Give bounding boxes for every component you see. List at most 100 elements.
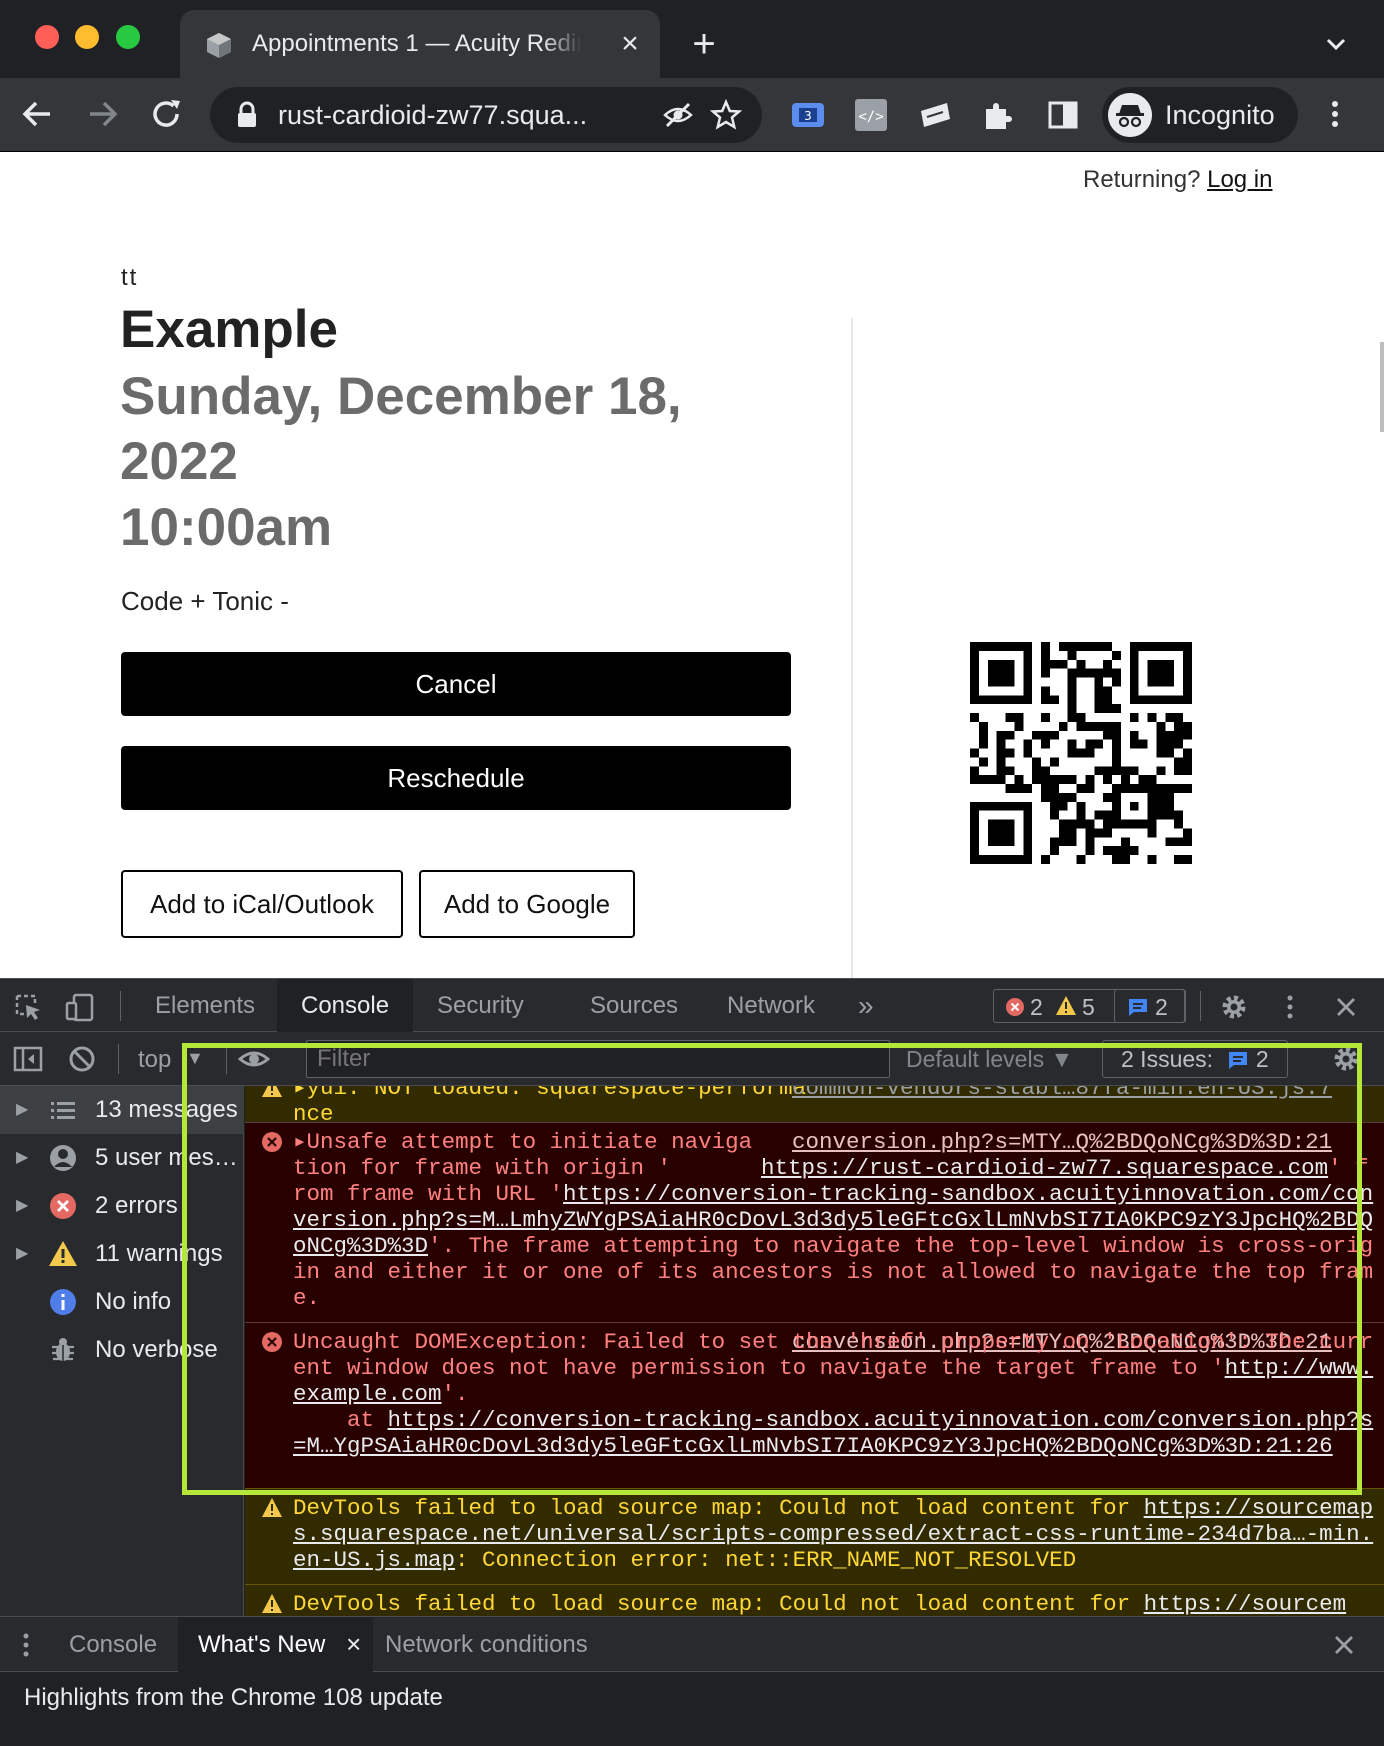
drawer-menu-icon[interactable] [14, 1629, 38, 1661]
whats-new-headline[interactable]: Highlights from the Chrome 108 update [24, 1684, 443, 1712]
drawer-tab-console[interactable]: Console [49, 1617, 177, 1672]
qr-module [1085, 837, 1095, 847]
bug-icon [52, 1338, 74, 1361]
page-scrollbar[interactable] [1380, 152, 1384, 978]
expand-arrow-icon[interactable]: ▶ [16, 1243, 30, 1262]
extension-blue-icon[interactable]: 3 [790, 97, 826, 133]
qr-module [1147, 775, 1157, 785]
qr-module [1103, 730, 1113, 740]
incognito-profile-button[interactable]: Incognito [1102, 87, 1298, 143]
qr-module [987, 775, 997, 785]
qr-module [1005, 784, 1015, 793]
source-map-link[interactable]: https://sourcem [1144, 1591, 1347, 1616]
browser-tab-active[interactable]: Appointments 1 — Acuity Redirect × [180, 10, 660, 78]
tab-sources[interactable]: Sources [566, 979, 702, 1032]
qr-module [996, 766, 1006, 776]
tab-console[interactable]: Console [277, 979, 414, 1032]
side-panel-icon[interactable] [1045, 97, 1081, 133]
qr-module [1094, 686, 1104, 696]
reload-icon[interactable] [146, 94, 186, 134]
puzzle-extensions-icon[interactable] [980, 97, 1016, 133]
add-to-ical-button[interactable]: Add to iCal/Outlook [121, 870, 403, 938]
qr-module [1165, 801, 1175, 811]
close-tab-icon[interactable]: × [346, 1617, 361, 1672]
qr-module [1067, 704, 1077, 714]
cancel-button[interactable]: Cancel [121, 652, 791, 716]
page-scrollbar-thumb[interactable] [1380, 342, 1384, 432]
qr-module [1094, 642, 1104, 651]
qr-module [1067, 642, 1077, 651]
inspect-element-icon[interactable] [12, 991, 44, 1023]
close-devtools-icon[interactable] [1330, 991, 1362, 1023]
lock-icon[interactable] [236, 101, 258, 129]
forward-arrow-icon[interactable] [82, 94, 122, 134]
qr-module [1058, 819, 1068, 829]
console-warning-row[interactable]: DevTools failed to load source map: Coul… [245, 1488, 1384, 1584]
qr-module [1129, 766, 1139, 776]
tab-elements[interactable]: Elements [131, 979, 279, 1032]
qr-module [1112, 677, 1121, 687]
qr-module [1085, 748, 1095, 758]
chevron-down-icon[interactable] [1318, 26, 1354, 62]
reschedule-button[interactable]: Reschedule [121, 746, 791, 810]
returning-prompt: Returning? Log in [1083, 166, 1272, 194]
qr-module [1103, 828, 1113, 838]
qr-module [1049, 695, 1059, 705]
browser-toolbar: rust-cardioid-zw77.squa... 3 </> Incogni… [0, 78, 1384, 152]
extension-card-icon[interactable] [917, 97, 953, 133]
qr-module [1067, 686, 1077, 696]
login-link[interactable]: Log in [1207, 166, 1272, 193]
expand-arrow-icon[interactable]: ▶ [16, 1195, 30, 1214]
qr-module [1032, 775, 1042, 785]
more-tabs-button[interactable]: » [834, 979, 898, 1032]
new-tab-button[interactable]: + [684, 24, 724, 64]
qr-module [1183, 721, 1192, 731]
back-arrow-icon[interactable] [18, 94, 58, 134]
context-selector[interactable]: top [138, 1046, 171, 1074]
zoom-window-button[interactable] [116, 25, 140, 49]
more-vertical-icon[interactable] [1320, 94, 1350, 134]
qr-module [1094, 828, 1104, 838]
drawer-tab-network-conditions[interactable]: Network conditions [365, 1617, 608, 1672]
toolbar-separator [120, 991, 121, 1021]
address-bar[interactable]: rust-cardioid-zw77.squa... [210, 87, 762, 143]
settings-gear-icon[interactable] [1218, 991, 1250, 1023]
qr-module [1174, 810, 1184, 820]
warning-icon [49, 1241, 77, 1266]
qr-module [1058, 642, 1068, 651]
expand-arrow-icon[interactable]: ▶ [16, 1147, 30, 1166]
qr-module [1005, 748, 1015, 758]
qr-module [1156, 748, 1166, 758]
tab-network[interactable]: Network [703, 979, 839, 1032]
profile-label: Incognito [1165, 100, 1275, 130]
add-to-google-button[interactable]: Add to Google [419, 870, 635, 938]
clear-console-icon[interactable] [66, 1043, 98, 1075]
console-warning-row[interactable]: DevTools failed to load source map: Coul… [245, 1584, 1384, 1616]
tab-security[interactable]: Security [413, 979, 548, 1032]
qr-module [1183, 766, 1192, 776]
more-vertical-icon[interactable] [1274, 991, 1306, 1023]
close-window-button[interactable] [35, 25, 59, 49]
qr-module [1174, 837, 1184, 847]
sidebar-toggle-icon[interactable] [12, 1043, 44, 1075]
qr-module [996, 775, 1006, 785]
drawer-tab-whats-new[interactable]: What's New × [178, 1617, 374, 1672]
close-drawer-icon[interactable] [1328, 1629, 1360, 1661]
star-icon[interactable] [710, 99, 742, 131]
qr-module [1156, 766, 1166, 776]
url-text[interactable]: rust-cardioid-zw77.squa... [278, 100, 638, 131]
qr-module [1041, 775, 1050, 785]
qr-module [1014, 713, 1024, 722]
qr-module [978, 775, 988, 785]
issues-counter-badge[interactable]: 2 [1114, 989, 1186, 1023]
close-tab-icon[interactable]: × [612, 26, 648, 62]
minimize-window-button[interactable] [75, 25, 99, 49]
expand-arrow-icon[interactable]: ▶ [16, 1099, 30, 1118]
eye-slash-icon[interactable] [662, 99, 694, 131]
qr-module [1094, 704, 1104, 714]
qr-module [1165, 784, 1175, 793]
qr-module [1049, 846, 1059, 856]
extension-code-icon[interactable]: </> [853, 97, 889, 133]
device-toolbar-icon[interactable] [64, 991, 96, 1023]
qr-module [1156, 792, 1166, 802]
